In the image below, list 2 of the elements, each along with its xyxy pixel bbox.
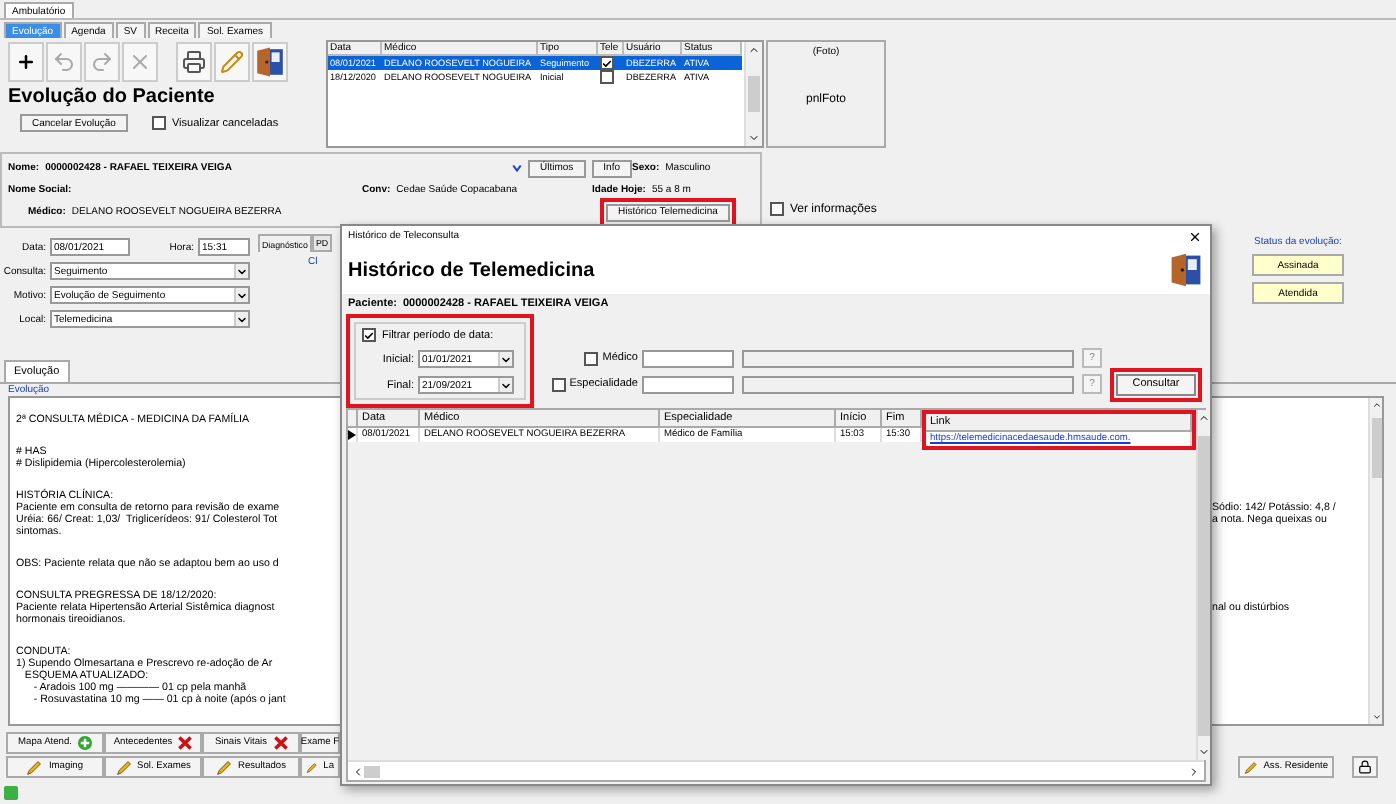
page-title: Evolução do Paciente xyxy=(6,86,217,110)
dialog-heading: Histórico de Telemedicina xyxy=(348,259,595,281)
